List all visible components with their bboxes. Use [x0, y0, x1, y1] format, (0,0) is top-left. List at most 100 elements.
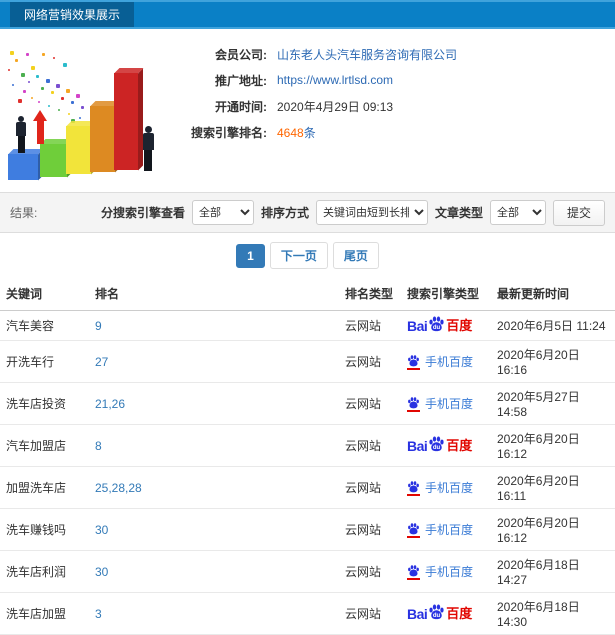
rank-value-link[interactable]: 27 — [95, 355, 108, 369]
rank-value-link[interactable]: 9 — [95, 319, 102, 333]
keyword-cell: 洗车店加盟 — [0, 592, 91, 635]
engine-type-cell: 手机百度 — [403, 340, 493, 383]
col-header-updated: 最新更新时间 — [493, 278, 615, 311]
illustration-bar-red — [114, 68, 144, 170]
rank-value-link[interactable]: 30 — [95, 565, 108, 579]
article-type-select[interactable]: 全部 — [489, 200, 546, 225]
updated-time-cell: 2020年6月18日 14:30 — [493, 592, 615, 635]
baidu-paw-icon — [408, 354, 419, 366]
illustration-bar-orange — [90, 101, 121, 172]
open-time-label: 开通时间: — [215, 99, 267, 114]
engine-rank-count: 4648 — [277, 125, 304, 140]
table-row: 汽车加盟店 8 云网站 Bai du 百度 2020年6月20日 16:12 — [0, 424, 615, 467]
member-company-link[interactable]: 山东老人头汽车服务咨询有限公司 — [277, 46, 457, 63]
info-row-member: 会员公司: 山东老人头汽车服务咨询有限公司 — [172, 41, 615, 67]
table-row: 加盟洗车店 25,28,28 云网站 手机百度 2020年6月20日 16:11 — [0, 466, 615, 509]
businessman-figure-right — [140, 126, 156, 171]
baidu-paw-icon — [408, 396, 419, 408]
rank-type-cell: 云网站 — [341, 310, 403, 341]
keyword-cell: 洗车店投资 — [0, 382, 91, 425]
svg-text:du: du — [433, 445, 441, 451]
col-header-ranktype: 排名类型 — [341, 278, 403, 311]
illustration-bar-blue — [8, 149, 44, 180]
keyword-cell: 洗车店利润 — [0, 550, 91, 593]
illustration-bar-green — [40, 139, 73, 177]
rank-type-cell: 云网站 — [341, 466, 403, 509]
engine-filter-label: 分搜索引擎查看 — [100, 206, 185, 220]
table-row: 汽车美容 9 云网站 Bai du 百度 2020年6月5日 11:24 — [0, 310, 615, 341]
engine-rank-unit: 条 — [303, 125, 316, 140]
engine-type-cell: Bai du 百度 — [403, 310, 493, 341]
updated-time-cell: 2020年6月20日 16:12 — [493, 508, 615, 551]
top-header-bar: 网络营销效果展示 — [0, 0, 615, 29]
updated-time-cell: 2020年6月18日 14:27 — [493, 550, 615, 593]
updated-time-cell: 2020年6月20日 16:16 — [493, 340, 615, 383]
submit-button[interactable]: 提交 — [552, 199, 605, 226]
page-button-1[interactable]: 1 — [236, 243, 265, 268]
rank-value-link[interactable]: 8 — [95, 439, 102, 453]
member-company-label: 会员公司: — [215, 47, 267, 62]
bar-chart-illustration — [0, 29, 172, 192]
result-label: 结果: — [10, 206, 38, 220]
col-header-rank: 排名 — [91, 278, 341, 311]
rank-type-cell: 云网站 — [341, 340, 403, 383]
open-time-value: 2020年4月29日 09:13 — [277, 99, 394, 114]
engine-type-cell: 手机百度 — [403, 466, 493, 509]
table-row: 洗车店投资 21,26 云网站 手机百度 2020年5月27日 14:58 — [0, 382, 615, 425]
rank-type-cell: 云网站 — [341, 508, 403, 551]
keyword-cell: 加盟洗车店 — [0, 466, 91, 509]
table-header-row: 关键词 排名 排名类型 搜索引擎类型 最新更新时间 — [0, 278, 615, 311]
engine-filter-select[interactable]: 全部 — [191, 200, 254, 225]
baidu-mobile-logo: 手机百度 — [407, 522, 473, 538]
baidu-mobile-logo: 手机百度 — [407, 480, 473, 496]
keyword-cell: 汽车美容 — [0, 310, 91, 341]
engine-type-cell: Bai du 百度 — [403, 424, 493, 467]
engine-type-cell: 手机百度 — [403, 382, 493, 425]
promo-url-link[interactable]: https://www.lrtlsd.com — [277, 73, 393, 87]
rank-type-cell: 云网站 — [341, 592, 403, 635]
svg-text:du: du — [433, 325, 441, 331]
baidu-pc-logo: Bai du 百度 — [407, 316, 472, 335]
company-info-panel: 会员公司: 山东老人头汽车服务咨询有限公司 推广地址: https://www.… — [172, 29, 615, 192]
sort-filter-select[interactable]: 关键词由短到长排序 — [315, 200, 428, 225]
filter-controls: 分搜索引擎查看 全部 排序方式 关键词由短到长排序 文章类型 全部 提交 — [100, 199, 605, 226]
col-header-keyword: 关键词 — [0, 278, 91, 311]
summary-section: 会员公司: 山东老人头汽车服务咨询有限公司 推广地址: https://www.… — [0, 29, 615, 192]
rank-value-link[interactable]: 3 — [95, 607, 102, 621]
pagination: 1 下一页 尾页 — [0, 233, 615, 278]
baidu-paw-icon — [408, 564, 419, 576]
engine-type-cell: Bai du 百度 — [403, 592, 493, 635]
rank-value-link[interactable]: 30 — [95, 523, 108, 537]
info-row-rankcount: 搜索引擎排名: 4648条 — [172, 119, 615, 145]
baidu-paw-icon: du — [429, 316, 444, 332]
engine-rank-label: 搜索引擎排名: — [191, 125, 267, 140]
filter-bar: 结果: 分搜索引擎查看 全部 排序方式 关键词由短到长排序 文章类型 全部 提交 — [0, 192, 615, 233]
table-row: 开洗车行 27 云网站 手机百度 2020年6月20日 16:16 — [0, 340, 615, 383]
keyword-cell: 洗车赚钱吗 — [0, 508, 91, 551]
engine-type-cell: 手机百度 — [403, 550, 493, 593]
table-row: 洗车店利润 30 云网站 手机百度 2020年6月18日 14:27 — [0, 550, 615, 593]
table-row: 洗车赚钱吗 30 云网站 手机百度 2020年6月20日 16:12 — [0, 508, 615, 551]
baidu-paw-icon: du — [429, 604, 444, 620]
updated-time-cell: 2020年6月20日 16:11 — [493, 466, 615, 509]
baidu-mobile-logo: 手机百度 — [407, 354, 473, 370]
updated-time-cell: 2020年6月20日 16:12 — [493, 424, 615, 467]
baidu-pc-logo: Bai du 百度 — [407, 436, 472, 455]
article-filter-label: 文章类型 — [434, 206, 483, 220]
baidu-pc-logo: Bai du 百度 — [407, 604, 472, 623]
last-page-button[interactable]: 尾页 — [332, 242, 379, 269]
rank-type-cell: 云网站 — [341, 550, 403, 593]
baidu-mobile-logo: 手机百度 — [407, 564, 473, 580]
next-page-button[interactable]: 下一页 — [269, 242, 328, 269]
rank-type-cell: 云网站 — [341, 424, 403, 467]
page-title-tab[interactable]: 网络营销效果展示 — [10, 2, 135, 27]
svg-text:du: du — [433, 613, 441, 619]
table-body: 汽车美容 9 云网站 Bai du 百度 2020年6月5日 11:24 开洗车行 27 云网站手… — [0, 310, 615, 635]
sort-filter-label: 排序方式 — [260, 206, 309, 220]
keyword-cell: 开洗车行 — [0, 340, 91, 383]
rank-value-link[interactable]: 25,28,28 — [95, 481, 142, 495]
keyword-cell: 汽车加盟店 — [0, 424, 91, 467]
results-table: 关键词 排名 排名类型 搜索引擎类型 最新更新时间 汽车美容 9 云网站 Bai du 百… — [0, 278, 615, 635]
rank-value-link[interactable]: 21,26 — [95, 397, 125, 411]
col-header-engine: 搜索引擎类型 — [403, 278, 493, 311]
